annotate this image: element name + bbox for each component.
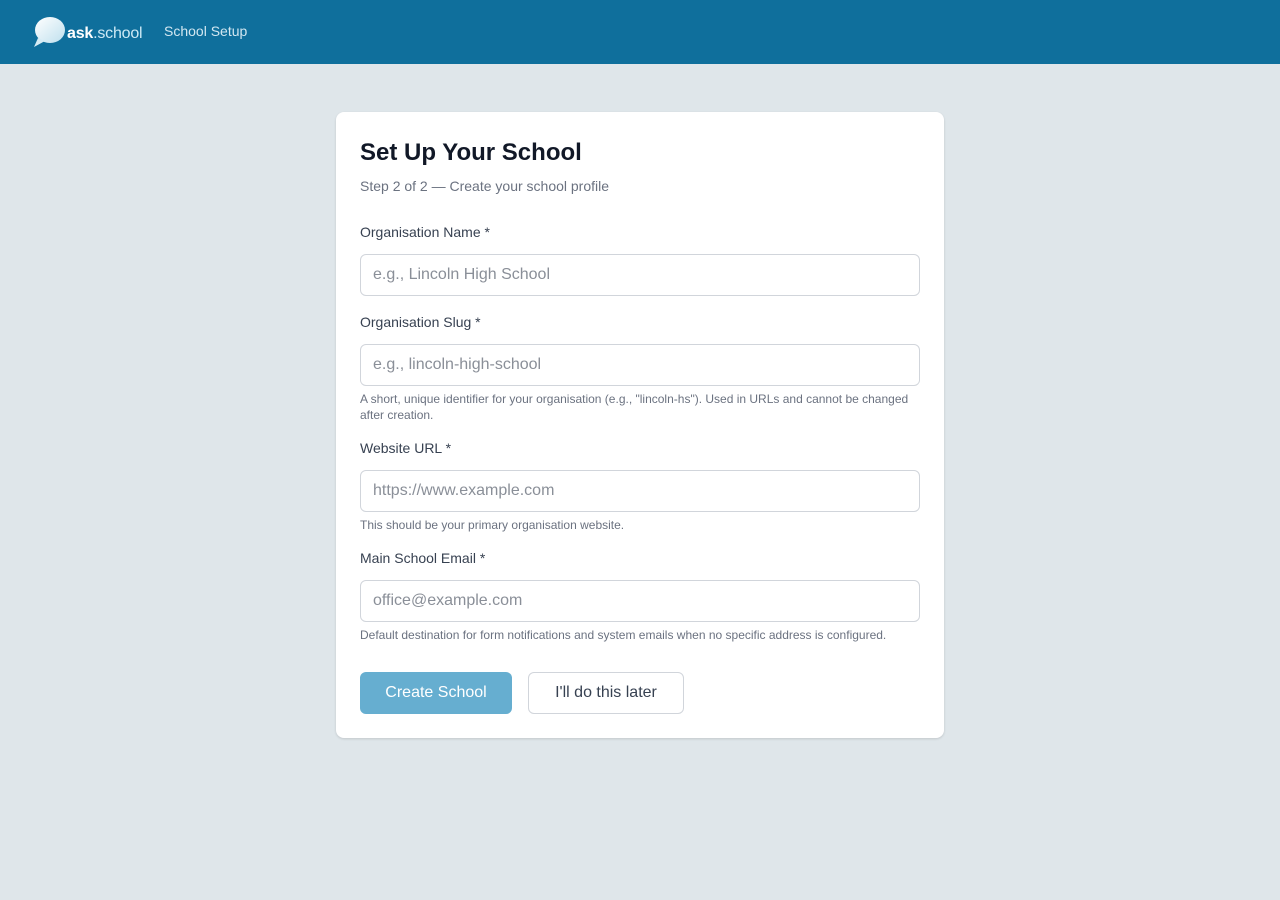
create-school-button[interactable]: Create School: [360, 672, 512, 714]
school-email-label: Main School Email *: [360, 550, 486, 566]
website-url-field: Website URL * This should be your primar…: [360, 438, 920, 533]
organisation-name-input[interactable]: [360, 254, 920, 296]
organisation-slug-label: Organisation Slug *: [360, 314, 481, 330]
nav-title: School Setup: [164, 23, 248, 39]
school-email-help: Default destination for form notificatio…: [360, 628, 887, 642]
page-title: Set Up Your School: [360, 139, 582, 166]
school-email-input[interactable]: [360, 580, 920, 622]
organisation-slug-input[interactable]: [360, 344, 920, 386]
logo[interactable]: ask.school: [32, 16, 143, 48]
organisation-name-label: Organisation Name *: [360, 224, 490, 240]
logo-school: .school: [93, 25, 143, 42]
school-email-field: Main School Email * Default destination …: [360, 548, 920, 643]
website-url-input[interactable]: [360, 470, 920, 512]
top-bar: ask.school School Setup: [0, 0, 1280, 64]
organisation-name-field: Organisation Name *: [360, 222, 920, 296]
page-subtitle: Step 2 of 2 — Create your school profile: [360, 178, 610, 194]
organisation-slug-field: Organisation Slug * A short, unique iden…: [360, 312, 920, 423]
do-later-button[interactable]: I'll do this later: [528, 672, 684, 714]
speech-bubble-icon: [34, 17, 65, 47]
website-url-help: This should be your primary organisation…: [360, 518, 625, 532]
logo-text: ask.school: [67, 22, 143, 42]
logo-ask: ask: [67, 25, 94, 42]
website-url-label: Website URL *: [360, 440, 452, 456]
organisation-slug-help: A short, unique identifier for your orga…: [360, 392, 909, 422]
setup-card: Set Up Your School Step 2 of 2 — Create …: [336, 112, 944, 738]
